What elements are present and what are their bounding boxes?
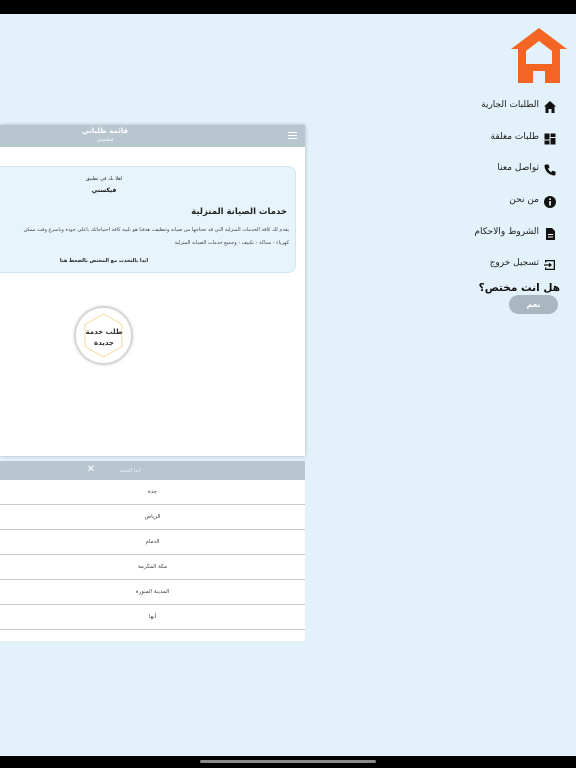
- city-option[interactable]: أبها: [0, 605, 305, 630]
- yes-expert-button[interactable]: نعم: [509, 295, 558, 314]
- drawer-item-label: تواصل معنا: [497, 163, 539, 173]
- app-bar-subtitle: فيكسني: [96, 137, 114, 143]
- drawer-item-about-us[interactable]: من نحن: [440, 192, 570, 214]
- close-icon[interactable]: ✕: [86, 465, 96, 475]
- drawer-item-contact-us[interactable]: تواصل معنا: [440, 160, 570, 182]
- drawer-item-logout[interactable]: تسجيل خروج: [440, 255, 570, 277]
- new-request-line2: جديدة: [94, 339, 114, 347]
- drawer-item-current-requests[interactable]: الطلبات الجارية: [440, 97, 570, 119]
- document-icon: [546, 228, 555, 240]
- status-bar: [0, 0, 576, 14]
- app-name: فيكسني: [91, 187, 117, 194]
- drawer-item-label: من نحن: [509, 195, 539, 205]
- city-picker-header: ✕: [0, 461, 305, 480]
- house-logo-icon: [511, 28, 567, 83]
- menu-icon[interactable]: [288, 132, 297, 140]
- app-bar-title: قائمة طلباتي: [82, 127, 128, 135]
- city-option[interactable]: جدة: [0, 480, 305, 505]
- chat-with-expert-link[interactable]: ابدا بالتحدث مع المختص بالضغط هنا: [29, 258, 179, 264]
- new-service-request-button[interactable]: طلب خدمة جديدة: [74, 306, 133, 365]
- app-bar: قائمة طلباتي فيكسني: [0, 125, 305, 147]
- new-request-line1: طلب خدمة: [85, 328, 123, 336]
- city-option[interactable]: مكة المكرمة: [0, 555, 305, 580]
- phone-icon: [544, 164, 556, 176]
- new-service-request-label: طلب خدمة جديدة: [84, 327, 124, 349]
- logout-icon: [544, 260, 555, 270]
- city-option[interactable]: الرياض: [0, 505, 305, 530]
- welcome-text: اهلا بك في تطبيق: [85, 176, 123, 182]
- drawer-item-label: الطلبات الجارية: [481, 100, 539, 110]
- main-panel: قائمة طلباتي فيكسني اهلا بك في تطبيق فيك…: [0, 125, 305, 456]
- drawer-item-label: تسجيل خروج: [489, 258, 539, 268]
- info-icon: [544, 196, 556, 208]
- dashboard-icon: [544, 133, 556, 145]
- services-description: يقدم لك كافة الخدمات المنزلية التي قد تح…: [0, 224, 289, 249]
- services-description-line: كهرباء - سباكة - تكييف - وجميع خدمات الص…: [174, 239, 289, 246]
- services-description-line: يقدم لك كافة الخدمات المنزلية التي قد تح…: [23, 227, 289, 233]
- welcome-card: اهلا بك في تطبيق فيكسني خدمات الصيانة ال…: [0, 166, 296, 273]
- city-option[interactable]: المدينة المنورة: [0, 580, 305, 605]
- home-indicator[interactable]: [200, 760, 376, 763]
- drawer-item-terms[interactable]: الشروط والاحكام: [440, 224, 570, 246]
- services-heading: خدمات الصيانة المنزلية: [191, 207, 287, 217]
- drawer-item-label: طلبات مغلقة: [490, 132, 539, 142]
- home-icon: [544, 101, 556, 113]
- app-screen: قائمة طلباتي فيكسني اهلا بك في تطبيق فيك…: [0, 14, 576, 756]
- expert-question: هل انت مختص؟: [478, 282, 560, 294]
- city-search-input[interactable]: [100, 465, 160, 476]
- drawer-item-closed-requests[interactable]: طلبات مغلقة: [440, 129, 570, 151]
- city-option[interactable]: الدمام: [0, 530, 305, 555]
- drawer-item-label: الشروط والاحكام: [474, 227, 539, 237]
- city-picker: ✕ جدة الرياض الدمام مكة المكرمة المدينة …: [0, 461, 305, 641]
